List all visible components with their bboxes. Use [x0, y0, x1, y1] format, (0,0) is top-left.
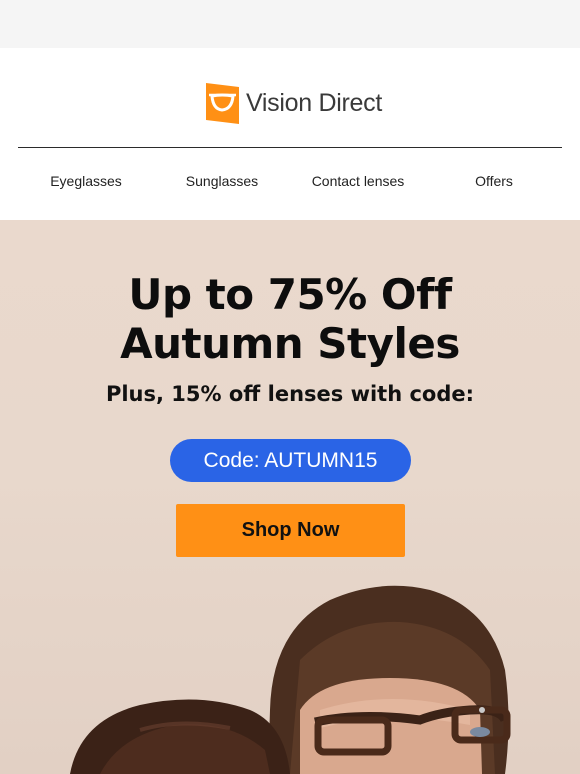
header: Vision Direct Eyeglasses Sunglasses Cont…	[0, 48, 580, 220]
nav-item-eyeglasses[interactable]: Eyeglasses	[18, 170, 154, 192]
header-divider	[18, 147, 562, 148]
hero-banner[interactable]: Up to 75% Off Autumn Styles Plus, 15% of…	[0, 220, 580, 774]
vision-direct-logo-icon	[206, 83, 239, 124]
top-strip	[0, 0, 580, 48]
hero-subline: Plus, 15% off lenses with code:	[105, 382, 475, 406]
headline-line-2: Autumn Styles	[120, 319, 460, 368]
nav-item-offers[interactable]: Offers	[426, 170, 562, 192]
shop-now-button[interactable]: Shop Now	[176, 504, 405, 557]
main-nav: Eyeglasses Sunglasses Contact lenses Off…	[18, 170, 562, 192]
models-wearing-glasses-photo	[70, 585, 511, 774]
hero-headline: Up to 75% Off Autumn Styles	[0, 270, 580, 368]
email-page: Vision Direct Eyeglasses Sunglasses Cont…	[0, 0, 580, 774]
nav-item-contact-lenses[interactable]: Contact lenses	[290, 170, 426, 192]
promo-code-badge: Code: AUTUMN15	[170, 439, 411, 482]
nav-item-sunglasses[interactable]: Sunglasses	[154, 170, 290, 192]
headline-line-1: Up to 75% Off	[128, 270, 452, 319]
brand-name: Vision Direct	[246, 89, 382, 117]
brand-logo[interactable]: Vision Direct	[206, 83, 382, 124]
